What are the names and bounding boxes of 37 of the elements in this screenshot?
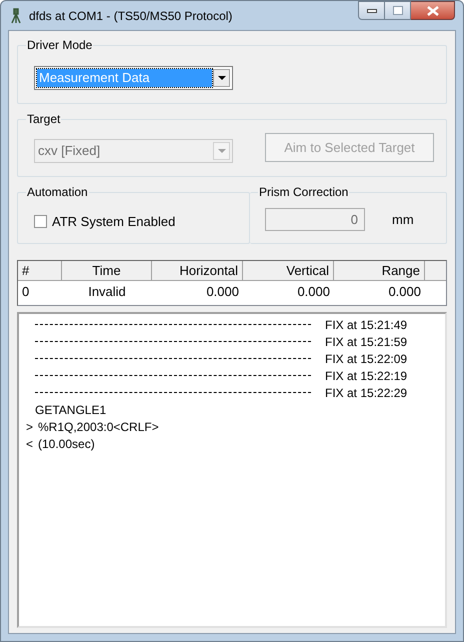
direction-marker: < — [26, 436, 34, 452]
atr-checkbox[interactable]: ATR System Enabled — [34, 212, 176, 232]
maximize-icon — [392, 6, 402, 15]
log-line: GETANGLE1 — [35, 402, 106, 418]
log-line: FIX at 15:21:49 — [325, 316, 408, 334]
log-line: FIX at 15:22:09 — [325, 350, 408, 368]
column-header[interactable]: Vertical — [243, 261, 334, 281]
close-button[interactable] — [411, 1, 455, 20]
dropdown-arrow-button[interactable] — [213, 69, 230, 87]
log-line: FIX at 15:22:19 — [325, 368, 408, 384]
direction-marker: > — [26, 418, 34, 436]
maximize-button[interactable] — [385, 1, 411, 20]
checkbox-label: ATR System Enabled — [52, 213, 176, 231]
surveyor-icon — [11, 8, 21, 24]
column-header[interactable]: Horizontal — [152, 261, 243, 281]
caret-icon — [218, 76, 226, 80]
column-header[interactable]: Range — [334, 261, 425, 281]
minimize-icon — [366, 8, 376, 12]
dropdown-value: cxv [Fixed] — [37, 142, 102, 160]
minimize-button[interactable] — [358, 1, 385, 20]
log-line: %R1Q,2003:0<CRLF> — [38, 418, 159, 436]
dropdown-value: Measurement Data — [37, 69, 212, 87]
table-cell-text: Invalid — [87, 283, 127, 302]
log-line: FIX at 15:21:59 — [325, 334, 408, 350]
table-cell-text: 0.000 — [296, 283, 331, 302]
window-title: dfds at COM1 - (TS50/MS50 Protocol) — [29, 8, 232, 24]
column-header[interactable]: Time — [62, 261, 152, 281]
caret-icon — [218, 149, 226, 153]
column-header[interactable]: # — [18, 261, 62, 281]
checkbox[interactable] — [34, 215, 47, 228]
unit-label: mm — [392, 211, 414, 229]
log-line: (10.00sec) — [38, 436, 95, 452]
table-cell-text: 0 — [21, 283, 30, 302]
table-cell-text: 0.000 — [205, 283, 240, 302]
log-line: FIX at 15:22:29 — [325, 384, 408, 402]
close-icon — [426, 6, 438, 16]
table-cell-text: 0.000 — [387, 283, 422, 302]
